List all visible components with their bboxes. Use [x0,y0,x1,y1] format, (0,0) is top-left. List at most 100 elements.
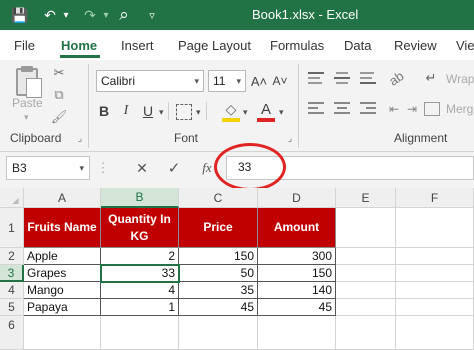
column-header-f[interactable]: F [396,188,474,208]
merge-icon[interactable] [424,102,440,116]
paste-icon[interactable] [10,66,44,100]
row-header-6[interactable]: 6 [0,316,24,350]
paste-dropdown-icon[interactable]: ▾ [24,112,29,123]
fill-color-icon[interactable]: ◇ [222,100,240,118]
data-cell[interactable]: Papaya [24,299,101,316]
cell-b6[interactable] [101,316,179,350]
align-right-icon[interactable] [360,102,376,116]
cell-e1[interactable] [336,208,396,248]
tab-page-layout[interactable]: Page Layout [178,38,251,53]
data-cell[interactable]: 45 [258,299,336,316]
wrap-text-label[interactable]: Wrap [446,72,474,86]
font-color-icon[interactable]: A [258,100,274,118]
data-cell[interactable]: 1 [101,299,179,316]
tab-insert[interactable]: Insert [121,38,154,53]
borders-dropdown-icon[interactable]: ▾ [196,107,201,118]
cell-e5[interactable] [336,299,396,316]
underline-dropdown-icon[interactable]: ▾ [159,107,164,118]
row-header-3[interactable]: 3 [0,265,24,282]
orientation-icon[interactable]: ab [382,64,410,92]
redo-dropdown-icon[interactable]: ▾ [96,6,116,24]
cell-e6[interactable] [336,316,396,350]
top-align-icon[interactable] [308,72,324,86]
row-header-4[interactable]: 4 [0,282,24,299]
grow-font-icon[interactable]: A˄ [250,70,268,92]
cell-f1[interactable] [396,208,474,248]
more-options-icon[interactable]: ⋮ [96,160,110,176]
copy-icon[interactable]: ⧉ [50,86,68,104]
format-painter-icon[interactable]: 🖌 [50,108,68,126]
merge-label[interactable]: Merge [446,102,474,116]
header-cell-amount[interactable]: Amount [258,208,336,248]
column-header-e[interactable]: E [336,188,396,208]
customize-icon[interactable]: ▿ [142,6,162,24]
bold-button[interactable]: B [96,100,112,122]
data-cell[interactable]: 140 [258,282,336,299]
data-cell[interactable]: 4 [101,282,179,299]
tab-review[interactable]: Review [394,38,437,53]
data-cell[interactable]: 50 [179,265,258,282]
row-header-2[interactable]: 2 [0,248,24,265]
cell-f4[interactable] [396,282,474,299]
font-name-select[interactable]: Calibri ▾ [96,70,204,92]
data-cell[interactable]: 300 [258,248,336,265]
cell-f2[interactable] [396,248,474,265]
save-icon[interactable]: 💾 [10,6,30,24]
header-cell-price[interactable]: Price [179,208,258,248]
select-all-corner[interactable]: ◢ [0,188,24,208]
decrease-indent-icon[interactable]: ⇤ [386,100,402,118]
column-header-c[interactable]: C [179,188,258,208]
align-left-icon[interactable] [308,102,324,116]
cell-a6[interactable] [24,316,101,350]
data-cell[interactable]: 35 [179,282,258,299]
tab-view[interactable]: View [456,38,474,53]
underline-button[interactable]: U [140,100,156,122]
bottom-align-icon[interactable] [360,72,376,86]
confirm-edit-icon[interactable]: ✓ [166,159,182,177]
cell-e2[interactable] [336,248,396,265]
data-cell[interactable]: Mango [24,282,101,299]
row-header-5[interactable]: 5 [0,299,24,316]
column-header-b[interactable]: B [101,188,179,208]
search-icon[interactable]: ⌕ [114,5,134,24]
font-size-select[interactable]: 11 ▾ [208,70,246,92]
cut-icon[interactable]: ✂ [50,64,68,82]
middle-align-icon[interactable] [334,72,350,86]
header-cell-fruits-name[interactable]: Fruits Name [24,208,101,248]
clipboard-launcher-icon[interactable]: ⌟ [74,132,86,144]
row-header-1[interactable]: 1 [0,208,24,248]
tab-formulas[interactable]: Formulas [270,38,324,53]
column-header-a[interactable]: A [24,188,101,208]
data-cell[interactable]: 2 [101,248,179,265]
shrink-font-icon[interactable]: A˅ [271,70,289,92]
cell-e3[interactable] [336,265,396,282]
data-cell[interactable]: Grapes [24,265,101,282]
data-cell[interactable]: Apple [24,248,101,265]
column-header-d[interactable]: D [258,188,336,208]
wrap-text-icon[interactable]: ↵ [422,68,440,88]
cell-f5[interactable] [396,299,474,316]
tab-home[interactable]: Home [61,38,97,53]
name-box[interactable]: B3 ▾ [6,156,90,180]
fill-color-dropdown-icon[interactable]: ▾ [243,107,248,118]
increase-indent-icon[interactable]: ⇥ [404,100,420,118]
italic-button[interactable]: I [118,100,134,122]
font-color-dropdown-icon[interactable]: ▾ [279,107,284,118]
paste-label[interactable]: Paste [12,96,43,110]
cell-d6[interactable] [258,316,336,350]
data-cell[interactable]: 45 [179,299,258,316]
cell-c6[interactable] [179,316,258,350]
cell-f6[interactable] [396,316,474,350]
align-center-icon[interactable] [334,102,350,116]
cancel-edit-icon[interactable]: ✕ [134,159,150,177]
header-cell-quantity[interactable]: Quantity In KG [101,208,179,248]
cell-f3[interactable] [396,265,474,282]
tab-file[interactable]: File [14,38,35,53]
cell-e4[interactable] [336,282,396,299]
tab-data[interactable]: Data [344,38,371,53]
undo-dropdown-icon[interactable]: ▾ [56,6,76,24]
data-cell[interactable]: 150 [179,248,258,265]
font-launcher-icon[interactable]: ⌟ [284,132,296,144]
data-cell[interactable]: 150 [258,265,336,282]
borders-icon[interactable] [176,104,192,120]
